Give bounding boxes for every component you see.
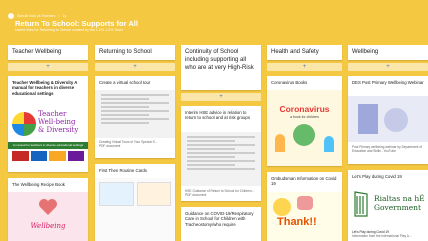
post-title: Let's Play during Covid 19 (352, 174, 402, 179)
post-card[interactable]: Ombudsman Information on Covid 19 Thank!… (267, 172, 342, 241)
column-wellbeing: Wellbeing + DES Post Primary Wellbeing W… (348, 45, 428, 241)
add-post-button[interactable]: + (267, 63, 342, 71)
post-image: Teacher Well-being & Diversity A manual … (8, 106, 88, 162)
column-title: Health and Safety (267, 45, 342, 60)
add-post-button[interactable]: + (181, 93, 261, 101)
column-continuity-of-school: Continuity of School including supportin… (181, 45, 261, 241)
image-text: Wellbeing (30, 222, 66, 230)
post-image: Thank!! (267, 192, 342, 241)
post-title: The Wellbeing Recipe Book (12, 182, 65, 187)
page-title: Return To School: Supports for All (15, 19, 138, 28)
add-post-button[interactable]: + (8, 63, 88, 71)
attachment-caption: Information from the International Play … (352, 234, 412, 238)
image-illustration (12, 151, 84, 161)
post-image (348, 96, 428, 142)
image-text: a book for children (290, 115, 319, 119)
add-post-button[interactable]: + (95, 63, 175, 71)
post-title: Coronavirus Books (271, 80, 308, 85)
column-teacher-wellbeing: Teacher Wellbeing + Teacher Wellbeing & … (8, 45, 88, 241)
harp-icon (352, 190, 370, 218)
image-text: Coronavirus (279, 104, 330, 114)
column-title: Wellbeing (348, 45, 428, 60)
column-title: Returning to School (95, 45, 175, 60)
post-title: First Then Routine Cards (99, 168, 147, 173)
post-card[interactable]: Teacher Wellbeing & Diversity A manual f… (8, 76, 88, 172)
document-thumbnail (187, 136, 255, 170)
image-text: Government (374, 203, 421, 212)
post-card[interactable]: Coronavirus Books Coronavirus a book for… (267, 76, 342, 166)
breadcrumb: Special Kids Uk Teachers • 1y (8, 12, 308, 19)
heart-icon (38, 198, 58, 216)
post-description: Post Primary wellbeing webinar by Depart… (352, 145, 422, 153)
crumb-age: 1y (62, 13, 67, 18)
image-text: Rialtas na hÉ (374, 194, 425, 203)
diversity-logo-icon (12, 112, 36, 136)
crumb-author[interactable]: Special Kids Uk Teachers (17, 14, 55, 18)
post-image: Rialtas na hÉ Government (348, 184, 428, 228)
add-post-button[interactable]: + (348, 63, 428, 71)
image-banner: A manual for teachers in diverse educati… (8, 142, 88, 149)
post-image: Wellbeing (8, 192, 88, 241)
virus-icon (293, 124, 315, 146)
column-title: Continuity of School including supportin… (181, 45, 261, 90)
post-title: Teacher Wellbeing & Diversity A manual f… (12, 80, 78, 96)
column-title: Teacher Wellbeing (8, 45, 88, 60)
post-card[interactable]: The Wellbeing Recipe Book Wellbeing (8, 178, 88, 241)
post-image (95, 178, 175, 241)
post-card[interactable]: Guidance on COVID-19/Respiratory Care in… (181, 207, 261, 241)
page-subtitle: Useful links for Returning to School cur… (15, 28, 124, 32)
post-title: Interim HSE advice in relation to return… (185, 110, 250, 121)
post-title: Guidance on COVID-19/Respiratory Care in… (185, 211, 254, 227)
column-health-and-safety: Health and Safety + Coronavirus Books Co… (267, 45, 342, 241)
post-card[interactable]: Let's Play during Covid 19 Rialtas na hÉ… (348, 170, 428, 241)
post-card[interactable]: DES Post Primary Wellbeing Webinar Post … (348, 76, 428, 164)
post-card[interactable]: Interim HSE advice in relation to return… (181, 106, 261, 201)
column-returning-to-school: Returning to School + Create a virtual s… (95, 45, 175, 241)
image-text: Well-being (38, 118, 76, 126)
post-image (95, 90, 175, 138)
post-image: Coronavirus a book for children (267, 90, 342, 166)
attachment-type: PDF document (99, 144, 121, 148)
avatar[interactable] (8, 12, 14, 19)
image-text: & Diversity (38, 126, 79, 134)
post-title: Create a virtual school tour (99, 80, 151, 85)
image-text: Thank!! (277, 216, 317, 228)
post-title: DES Post Primary Wellbeing Webinar (352, 80, 424, 85)
crumb-separator: • (58, 13, 60, 18)
post-image (181, 132, 261, 186)
post-title: Ombudsman Information on Covid 19 (271, 176, 337, 187)
image-text: Teacher (38, 110, 67, 118)
post-card[interactable]: Create a virtual school tour Creating Vi… (95, 76, 175, 158)
post-card[interactable]: First Then Routine Cards (95, 164, 175, 241)
document-thumbnail (101, 94, 169, 124)
page-header: Special Kids Uk Teachers • 1y Return To … (8, 12, 308, 46)
attachment-type: PDF document (185, 193, 207, 197)
